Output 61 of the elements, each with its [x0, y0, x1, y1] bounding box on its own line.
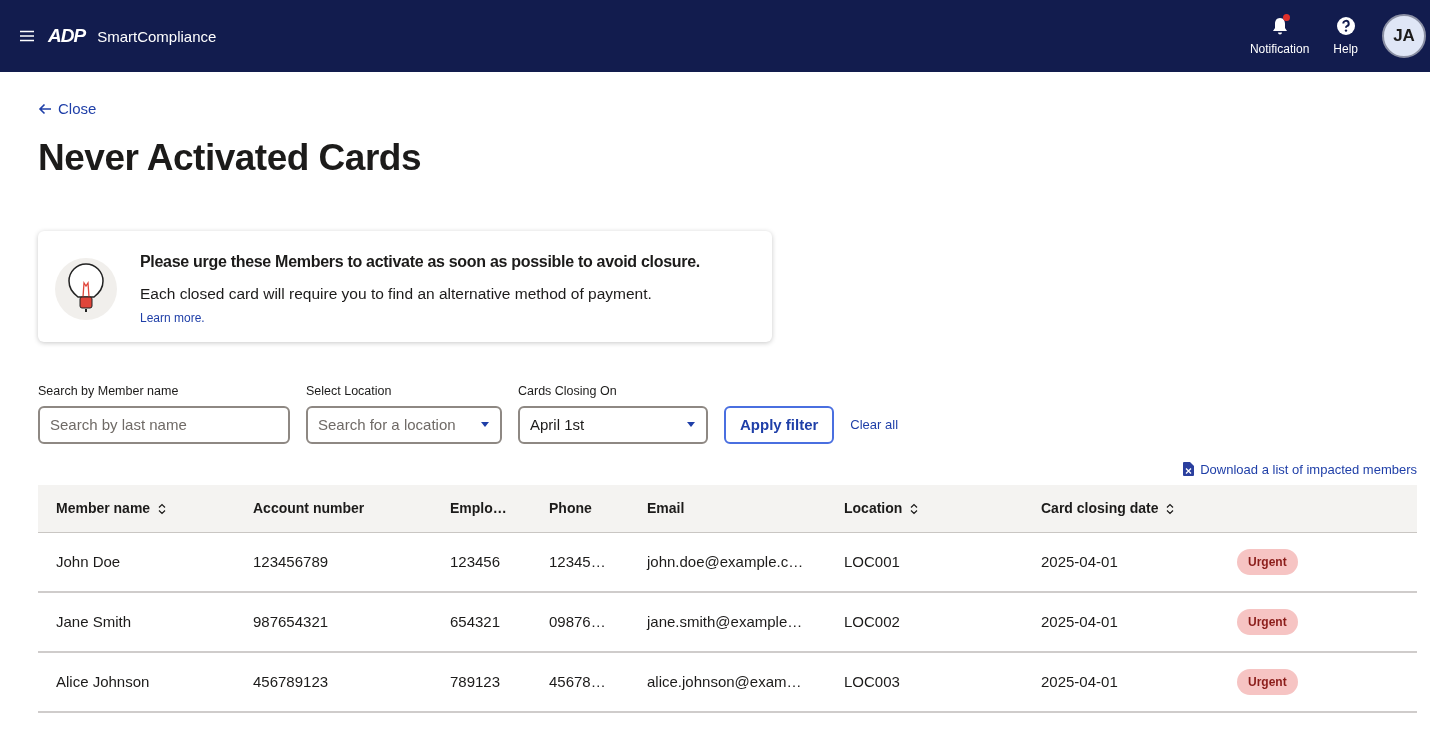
table-cell: LOC001: [826, 532, 1023, 592]
column-header: Email: [629, 484, 826, 532]
table-cell: Alice Johnson: [38, 651, 235, 712]
notification-button[interactable]: Notification: [1249, 16, 1310, 56]
download-link[interactable]: Download a list of impacted members: [1183, 461, 1417, 477]
table-cell: 2025-04-01: [1023, 532, 1219, 592]
table-cell: 123456: [432, 532, 531, 592]
help-button[interactable]: Help: [1333, 16, 1358, 56]
sort-icon: [158, 503, 167, 516]
page-title: Never Activated Cards: [38, 136, 422, 179]
app-name: SmartCompliance: [97, 27, 217, 45]
column-header[interactable]: Member name: [38, 484, 235, 532]
lightbulb-icon: [54, 256, 118, 321]
filter-label: Select Location: [306, 383, 393, 398]
column-header: Emplo…: [432, 484, 531, 532]
table-cell: 45678…: [531, 651, 629, 712]
table-cell: Jane Smith: [38, 591, 235, 652]
notice-text: Each closed card will require you to find an alternative method of payment.: [140, 284, 653, 303]
table-cell: 12345…: [531, 532, 629, 592]
filter-label: Cards Closing On: [518, 383, 618, 398]
column-header: Account number: [235, 484, 432, 532]
table-cell: john.doe@example.c…: [629, 532, 826, 592]
table-cell: 654321: [432, 591, 531, 652]
table-cell: alice.johnson@exam…: [629, 651, 826, 712]
table-cell: jane.smith@example…: [629, 591, 826, 652]
table-cell: LOC002: [826, 591, 1023, 652]
help-icon: [1335, 16, 1356, 36]
table-cell: 2025-04-01: [1023, 591, 1219, 652]
caret-icon: [686, 421, 696, 428]
status-badge: Urgent: [1237, 668, 1298, 695]
learn-more-link[interactable]: Learn more.: [140, 310, 205, 325]
table-cell: LOC003: [826, 651, 1023, 712]
close-link[interactable]: Close: [38, 100, 97, 117]
excel-file-icon: [1183, 462, 1195, 476]
sort-icon: [910, 503, 919, 516]
caret-icon: [480, 421, 490, 428]
apply-filter-button[interactable]: Apply filter: [724, 405, 835, 444]
table-cell: 2025-04-01: [1023, 651, 1219, 712]
status-badge: Urgent: [1237, 548, 1298, 575]
table-cell: 09876…: [531, 591, 629, 652]
dropdown[interactable]: April 1st: [518, 405, 708, 444]
user-avatar[interactable]: JA: [1382, 14, 1426, 58]
table-cell: John Doe: [38, 532, 235, 592]
filter-label: Search by Member name: [38, 383, 180, 398]
clear-all-link[interactable]: Clear all: [850, 417, 899, 432]
menu-icon[interactable]: [20, 30, 34, 42]
arrow-left-icon: [38, 102, 52, 115]
sort-icon: [1166, 503, 1175, 516]
notice-heading: Please urge these Members to activate as soon as possible to avoid closure.: [140, 252, 700, 271]
table-cell: 123456789: [235, 532, 432, 592]
column-header: Phone: [531, 484, 629, 532]
table-cell: 456789123: [235, 651, 432, 712]
table-cell: 987654321: [235, 591, 432, 652]
dropdown[interactable]: Search for a location: [306, 405, 502, 444]
logo: ADP: [48, 25, 86, 47]
bell-icon: [1270, 16, 1289, 36]
search-field[interactable]: Search by last name: [38, 405, 290, 444]
column-header[interactable]: Card closing date: [1023, 484, 1219, 532]
status-badge: Urgent: [1237, 608, 1298, 635]
table-cell: 789123: [432, 651, 531, 712]
column-header[interactable]: Location: [826, 484, 1023, 532]
